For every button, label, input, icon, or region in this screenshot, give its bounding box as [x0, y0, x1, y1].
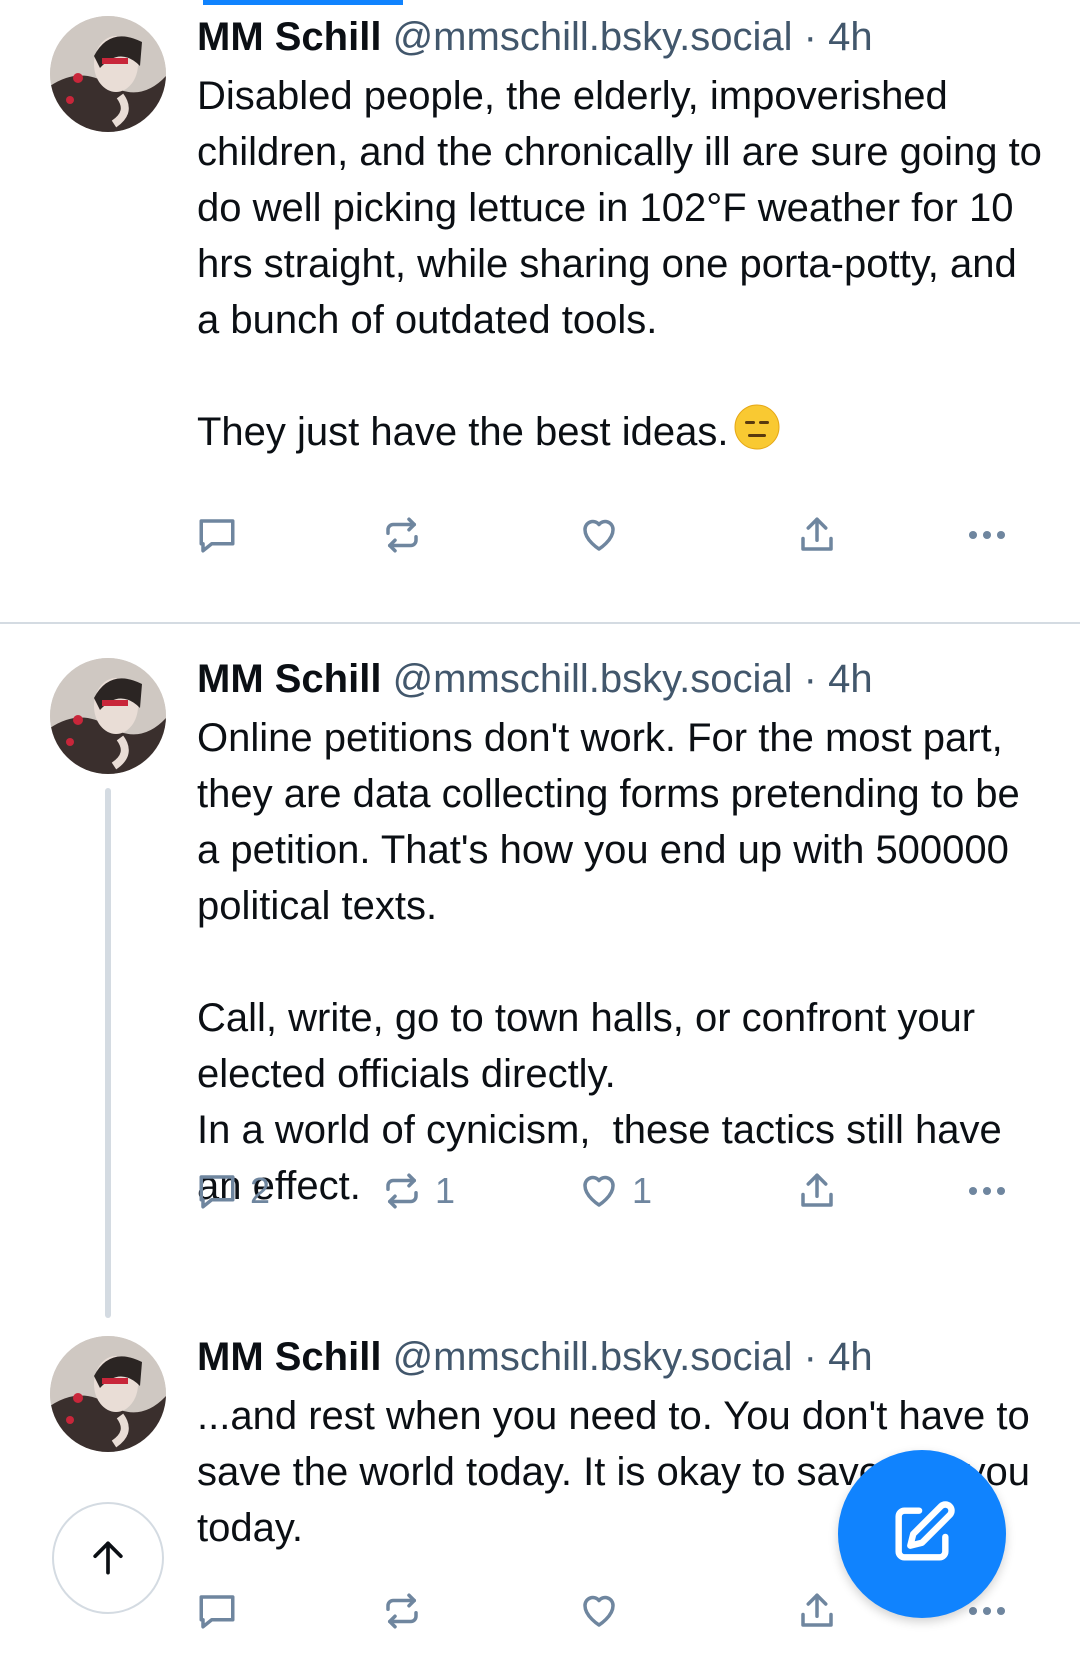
author-handle[interactable]: @mmschill.bsky.social: [393, 15, 793, 59]
post-actions: 2 1 1: [0, 1170, 1080, 1220]
post-time[interactable]: 4h: [828, 657, 873, 701]
post-text-container: Disabled people, the elderly, impoverish…: [197, 68, 1047, 465]
scroll-to-top-button[interactable]: [52, 1502, 164, 1614]
repost-icon: [386, 517, 418, 553]
reply-count: 2: [250, 1170, 271, 1211]
avatar[interactable]: [50, 1336, 166, 1452]
share-button[interactable]: [796, 514, 838, 556]
expressionless-face-emoji: [734, 404, 780, 465]
heart-icon: [583, 1595, 615, 1627]
share-button[interactable]: [796, 1170, 838, 1212]
heart-icon: [583, 1175, 615, 1207]
reply-icon: [199, 1175, 235, 1209]
reply-button[interactable]: [196, 514, 250, 556]
thread-line: [105, 788, 111, 1318]
compose-icon: [895, 1501, 955, 1561]
like-button[interactable]: [578, 1590, 632, 1632]
author-name[interactable]: MM Schill: [197, 1335, 381, 1379]
separator-dot: ·: [803, 1335, 817, 1379]
repost-count: 1: [435, 1170, 456, 1211]
compose-button[interactable]: [838, 1450, 1006, 1618]
like-button[interactable]: [578, 514, 632, 556]
separator-dot: ·: [803, 15, 817, 59]
avatar[interactable]: [50, 16, 166, 132]
share-icon: [801, 517, 833, 551]
share-icon: [801, 1593, 833, 1627]
post-actions: [0, 514, 1080, 564]
heart-icon: [583, 519, 615, 551]
more-icon: [968, 1186, 1006, 1196]
like-button[interactable]: 1: [578, 1170, 652, 1212]
like-count: 1: [632, 1170, 653, 1211]
author-name[interactable]: MM Schill: [197, 657, 381, 701]
post-time[interactable]: 4h: [828, 1335, 873, 1379]
more-button[interactable]: [966, 1170, 1008, 1212]
reply-button[interactable]: 2: [196, 1170, 270, 1212]
avatar[interactable]: [50, 658, 166, 774]
more-button[interactable]: [966, 514, 1008, 556]
separator-dot: ·: [803, 657, 817, 701]
arrow-up-icon: [93, 1541, 123, 1575]
share-icon: [801, 1173, 833, 1207]
post-header: MM Schill @mmschill.bsky.social · 4h: [197, 654, 873, 704]
repost-button[interactable]: 1: [381, 1170, 455, 1212]
reply-icon: [199, 519, 235, 553]
share-button[interactable]: [796, 1590, 838, 1632]
post[interactable]: MM Schill @mmschill.bsky.social · 4h Onl…: [0, 624, 1080, 1304]
reply-button[interactable]: [196, 1590, 250, 1632]
more-icon: [968, 530, 1006, 540]
post[interactable]: MM Schill @mmschill.bsky.social · 4h Dis…: [0, 0, 1080, 620]
repost-button[interactable]: [381, 514, 435, 556]
repost-icon: [386, 1173, 418, 1209]
post-text: Online petitions don't work. For the mos…: [197, 716, 1020, 1208]
post-time[interactable]: 4h: [828, 15, 873, 59]
author-handle[interactable]: @mmschill.bsky.social: [393, 1335, 793, 1379]
author-handle[interactable]: @mmschill.bsky.social: [393, 657, 793, 701]
author-name[interactable]: MM Schill: [197, 15, 381, 59]
repost-button[interactable]: [381, 1590, 435, 1632]
post-header: MM Schill @mmschill.bsky.social · 4h: [197, 12, 873, 62]
post-header: MM Schill @mmschill.bsky.social · 4h: [197, 1332, 873, 1382]
reply-icon: [199, 1595, 235, 1629]
post-text: Disabled people, the elderly, impoverish…: [197, 74, 1042, 455]
repost-icon: [386, 1593, 418, 1629]
